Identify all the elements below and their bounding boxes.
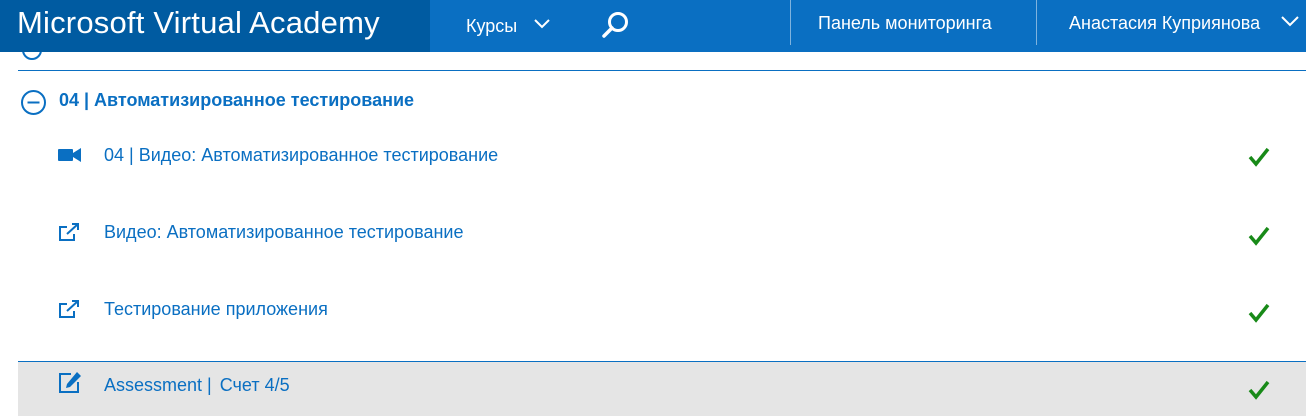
item-title[interactable]: Assessment | Счет 4/5 (104, 375, 290, 396)
search-icon[interactable] (600, 9, 632, 41)
edit-assessment-icon (59, 372, 81, 393)
list-item[interactable]: 04 | Видео: Автоматизированное тестирова… (18, 129, 1306, 191)
top-navigation-bar: Microsoft Virtual Academy Курсы Панель м… (0, 0, 1306, 52)
assessment-score: Счет 4/5 (219, 375, 290, 395)
collapse-minus-icon[interactable] (20, 89, 47, 116)
check-icon (1248, 380, 1270, 400)
check-icon (1248, 226, 1270, 246)
chevron-down-icon[interactable] (1281, 16, 1299, 27)
section-title[interactable]: 04 | Автоматизированное тестирование (59, 90, 414, 111)
divider (18, 70, 1306, 71)
item-title[interactable]: Видео: Автоматизированное тестирование (104, 222, 463, 243)
chevron-down-icon[interactable] (534, 19, 550, 29)
external-link-icon (59, 300, 79, 318)
courses-menu[interactable]: Курсы (466, 0, 550, 52)
brand-logo[interactable]: Microsoft Virtual Academy (0, 0, 430, 52)
external-link-icon (59, 223, 79, 241)
courses-label[interactable]: Курсы (466, 16, 517, 36)
brand-title[interactable]: Microsoft Virtual Academy (17, 5, 380, 41)
collapse-icon[interactable] (22, 52, 42, 60)
list-item-assessment[interactable]: Assessment | Счет 4/5 (18, 362, 1306, 416)
check-icon (1248, 147, 1270, 167)
list-item[interactable]: Тестирование приложения (18, 283, 1306, 345)
nav-divider (790, 0, 791, 45)
item-title[interactable]: 04 | Видео: Автоматизированное тестирова… (104, 145, 498, 166)
assessment-label[interactable]: Assessment (104, 375, 202, 395)
item-title[interactable]: Тестирование приложения (104, 299, 328, 320)
check-icon (1248, 303, 1270, 323)
nav-divider (1036, 0, 1037, 45)
separator: | (207, 375, 212, 395)
user-menu[interactable]: Анастасия Куприянова (1069, 0, 1260, 46)
dashboard-link[interactable]: Панель мониторинга (818, 0, 992, 46)
list-item[interactable]: Видео: Автоматизированное тестирование (18, 206, 1306, 268)
video-camera-icon (58, 148, 81, 162)
